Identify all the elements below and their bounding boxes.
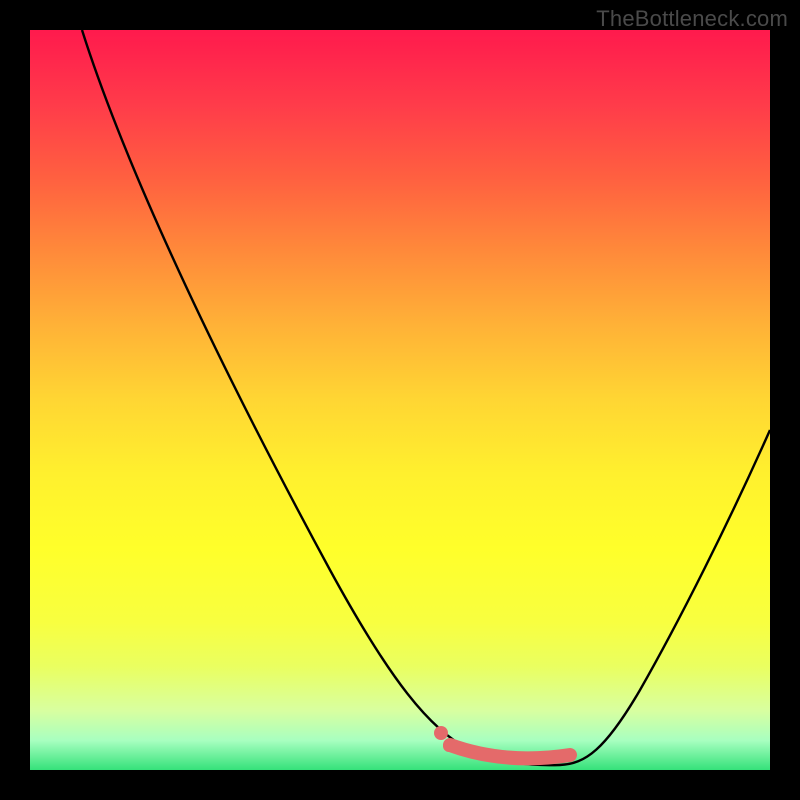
watermark-text: TheBottleneck.com [596, 6, 788, 32]
highlight-band-path [450, 745, 570, 758]
highlight-dot-left2 [443, 740, 455, 752]
highlight-dot-left [434, 726, 448, 740]
chart-frame: TheBottleneck.com [0, 0, 800, 800]
curve-svg [30, 30, 770, 770]
bottleneck-curve-path [82, 30, 770, 765]
plot-area [30, 30, 770, 770]
